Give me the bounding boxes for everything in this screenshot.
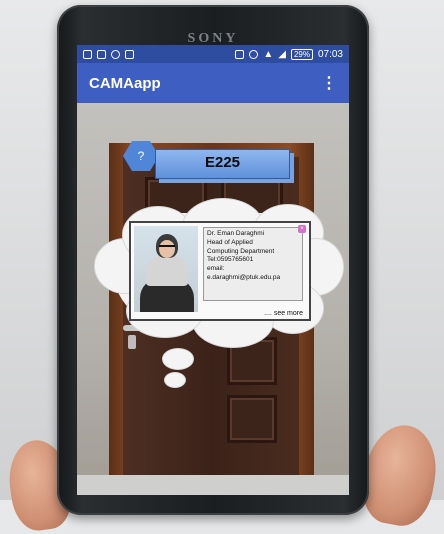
close-icon[interactable]: × [298, 225, 306, 233]
profile-photo [134, 226, 198, 312]
facebook-icon [83, 49, 92, 59]
status-time: 07:03 [317, 48, 343, 60]
door-panel [227, 395, 277, 443]
phone-device: SONY ▲ ◢ 29% 07:03 CAMAapp ⋮ ? E225 Dr. … [57, 5, 369, 515]
battery-level: 29% [290, 48, 313, 60]
room-sign[interactable]: E225 [155, 149, 290, 179]
status-bar: ▲ ◢ 29% 07:03 [77, 45, 349, 63]
alarm-icon [249, 49, 259, 59]
room-number: E225 [204, 154, 241, 171]
contact-phone: Tel:0595765601 [207, 256, 254, 264]
camera-view: ? E225 Dr. Eman Daraghmi Head of Applied… [77, 103, 349, 495]
floor [77, 475, 349, 495]
phone-screen: ▲ ◢ 29% 07:03 CAMAapp ⋮ ? E225 Dr. Eman … [77, 45, 349, 495]
contact-name: Dr. Eman Daraghmi [207, 230, 265, 237]
see-more-link[interactable]: .... see more [264, 310, 303, 317]
contact-title-line2: Computing Department [207, 247, 275, 255]
vibrate-icon [235, 49, 245, 59]
wifi-icon: ▲ [263, 48, 274, 60]
contact-title-line1: Head of Applied [207, 238, 253, 246]
app-bar: CAMAapp ⋮ [77, 63, 349, 103]
contact-details: Dr. Eman Daraghmi Head of Applied Comput… [203, 227, 303, 301]
whatsapp-icon [111, 49, 120, 59]
overflow-menu-icon[interactable]: ⋮ [321, 73, 337, 93]
app-title: CAMAapp [89, 74, 161, 92]
sim-icon [125, 49, 134, 59]
contact-card[interactable]: Dr. Eman Daraghmi Head of Applied Comput… [129, 221, 311, 321]
gallery-icon [97, 49, 106, 59]
contact-email-label: email: [207, 265, 225, 273]
right-finger [356, 419, 444, 531]
signal-icon: ◢ [278, 48, 286, 60]
contact-email: e.daraghmi@ptuk.edu.pa [207, 273, 281, 281]
